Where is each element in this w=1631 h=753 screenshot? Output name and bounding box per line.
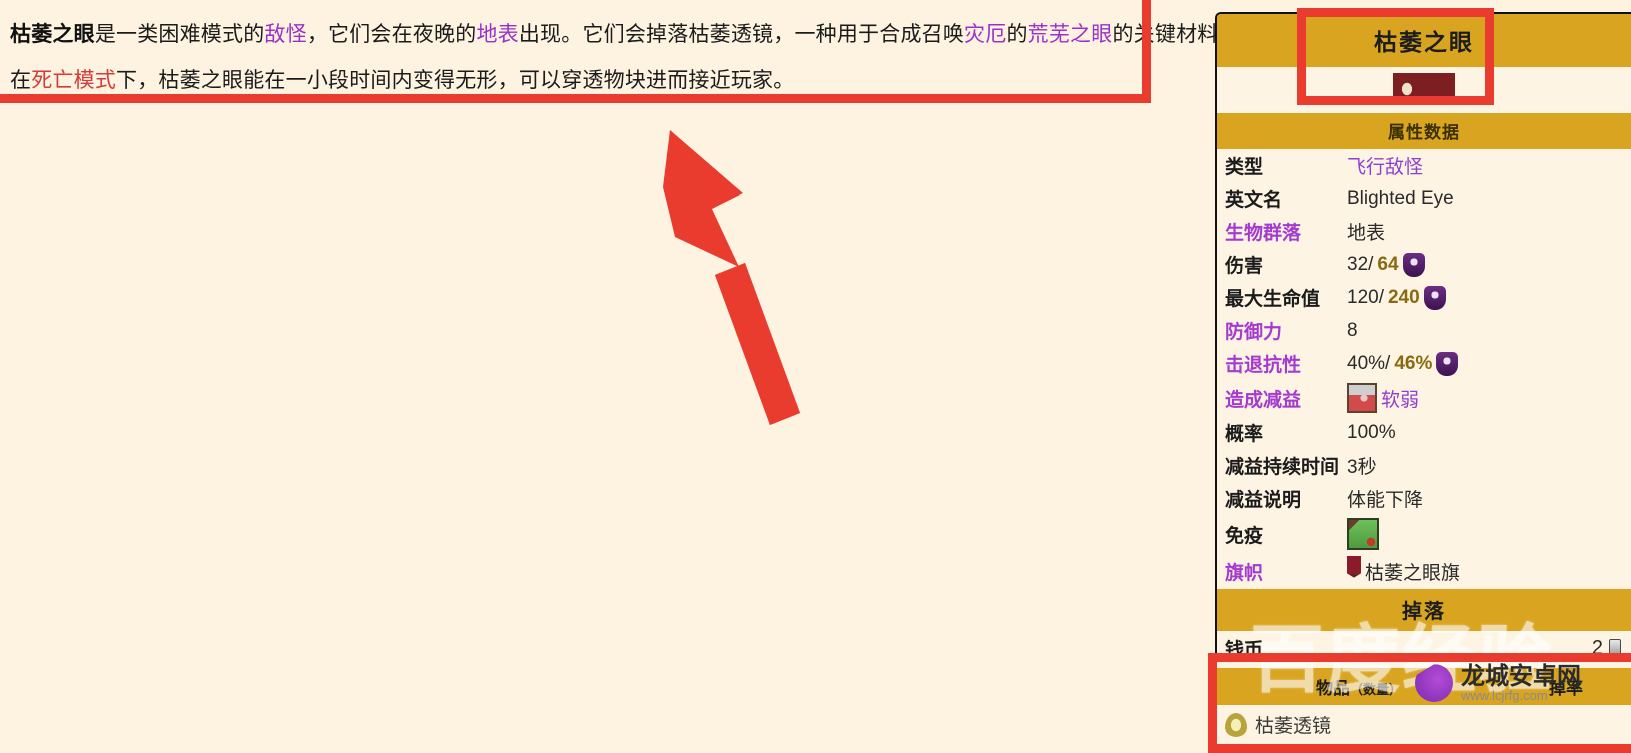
- stat-value-knockback-resist: 40%/46%: [1347, 351, 1459, 376]
- drop-table-row: 枯萎透镜: [1217, 705, 1631, 746]
- drop-col-item-qty: （数量）: [1349, 682, 1402, 697]
- stat-row-defense: 防御力 8: [1217, 314, 1631, 347]
- banner-icon: [1347, 556, 1361, 578]
- intro-line-1: 枯萎之眼是一类困难模式的敌怪，它们会在夜晚的地表出现。它们会掉落枯萎透镜，一种用…: [10, 12, 1239, 58]
- infobox-sprite-row: [1217, 67, 1631, 113]
- stat-value-biome: 地表: [1347, 223, 1386, 244]
- stat-label-debuff-description: 减益说明: [1225, 490, 1302, 511]
- drops-section-header: 掉落: [1217, 589, 1631, 631]
- stat-label-english-name: 英文名: [1225, 190, 1283, 211]
- banner-name[interactable]: 枯萎之眼旗: [1365, 558, 1460, 585]
- stat-row-inflicts-debuff: 造成减益 软弱: [1217, 380, 1631, 416]
- coins-row: 钱币 2: [1217, 631, 1631, 668]
- drop-col-item: 物品（数量）: [1217, 674, 1501, 699]
- stat-label-immune: 免疫: [1225, 525, 1264, 547]
- coins-amount: 2: [1591, 637, 1603, 659]
- kb-expert: 46%: [1394, 352, 1433, 374]
- stat-value-chance: 100%: [1347, 421, 1396, 443]
- stat-value-immune: [1347, 518, 1379, 550]
- kb-normal: 40%/: [1347, 352, 1391, 374]
- coins-label: 钱币: [1225, 640, 1264, 661]
- link-enemy[interactable]: 敌怪: [264, 23, 306, 46]
- coins-value-group: 2: [1592, 637, 1621, 660]
- red-arrow-icon: [663, 130, 800, 425]
- stat-row-knockback-resist: 击退抗性 40%/46%: [1217, 347, 1631, 380]
- stat-label-max-life: 最大生命值: [1225, 289, 1321, 310]
- intro-l1-s2: 是一类困难模式的: [94, 23, 265, 46]
- debuff-name[interactable]: 软弱: [1381, 385, 1419, 412]
- silver-coin-icon: [1609, 638, 1621, 659]
- intro-line-2: 在死亡模式下，枯萎之眼能在一小段时间内变得无形，可以穿透物块进而接近玩家。: [10, 58, 1140, 104]
- intro-l1-s3: ，它们会在夜晚的: [306, 23, 477, 46]
- stat-label-banner[interactable]: 旗帜: [1225, 558, 1347, 585]
- maxlife-normal: 120/: [1347, 286, 1384, 308]
- stat-value-debuff-description: 体能下降: [1347, 490, 1424, 511]
- stat-label-chance: 概率: [1225, 424, 1264, 445]
- stat-label-damage: 伤害: [1225, 256, 1264, 277]
- stat-value-english-name: Blighted Eye: [1347, 187, 1454, 209]
- drop-table-header-row: 物品（数量） 掉率: [1217, 668, 1631, 705]
- stat-label-type: 类型: [1225, 157, 1264, 178]
- expert-mode-head-icon: [1402, 252, 1425, 277]
- stat-value-defense: 8: [1347, 319, 1358, 341]
- stat-value-debuff-duration: 3秒: [1347, 457, 1377, 478]
- intro-l1-s5: 的: [1006, 23, 1028, 46]
- drop-item-cell[interactable]: 枯萎透镜: [1225, 711, 1331, 738]
- stat-row-damage: 伤害 32/64: [1217, 248, 1631, 281]
- drop-item-name[interactable]: 枯萎透镜: [1255, 711, 1331, 738]
- stat-value-type[interactable]: 飞行敌怪: [1347, 152, 1423, 179]
- expert-mode-head-icon: [1436, 351, 1459, 376]
- stat-row-banner: 旗帜 枯萎之眼旗: [1217, 553, 1631, 589]
- intro-l1-s4: 出现。它们会掉落枯萎透镜，一种用于合成召唤: [518, 23, 965, 46]
- stat-label-inflicts-debuff[interactable]: 造成减益: [1225, 385, 1347, 412]
- intro-text: 枯萎之眼是一类困难模式的敌怪，它们会在夜晚的地表出现。它们会掉落枯萎透镜，一种用…: [10, 12, 1239, 104]
- damage-normal: 32/: [1347, 253, 1374, 275]
- stat-row-english-name: 英文名 Blighted Eye: [1217, 182, 1631, 215]
- blighted-eye-sprite-icon: [1393, 73, 1455, 105]
- stat-row-debuff-description: 减益说明 体能下降: [1217, 482, 1631, 515]
- link-death-mode[interactable]: 死亡模式: [31, 69, 116, 92]
- stat-row-type: 类型 飞行敌怪: [1217, 149, 1631, 182]
- link-surface[interactable]: 地表: [476, 23, 518, 46]
- stat-row-immune: 免疫: [1217, 515, 1631, 553]
- stat-row-max-life: 最大生命值 120/240: [1217, 281, 1631, 314]
- stat-row-biome: 生物群落 地表: [1217, 215, 1631, 248]
- infobox-title: 枯萎之眼: [1217, 14, 1631, 67]
- stat-label-debuff-duration: 减益持续时间: [1225, 457, 1340, 478]
- stat-label-biome[interactable]: 生物群落: [1225, 218, 1347, 245]
- stat-value-max-life: 120/240: [1347, 285, 1446, 310]
- stat-value-banner[interactable]: 枯萎之眼旗: [1347, 556, 1460, 586]
- stat-value-damage: 32/64: [1347, 252, 1425, 277]
- damage-expert: 64: [1377, 253, 1399, 275]
- weak-debuff-icon: [1347, 383, 1377, 413]
- intro-l2-s1: 在: [10, 69, 32, 92]
- subject-name: 枯萎之眼: [10, 23, 95, 46]
- link-calamity[interactable]: 灾厄: [964, 23, 1006, 46]
- intro-paragraph-block: 枯萎之眼是一类困难模式的敌怪，它们会在夜晚的地表出现。它们会掉落枯萎透镜，一种用…: [0, 0, 1239, 104]
- stat-label-knockback-resist[interactable]: 击退抗性: [1225, 350, 1347, 377]
- intro-l2-s2: 下，枯萎之眼能在一小段时间内变得无形，可以穿透物块进而接近玩家。: [116, 69, 795, 92]
- stat-value-inflicts-debuff[interactable]: 软弱: [1347, 383, 1419, 413]
- poisoned-immune-icon: [1347, 518, 1379, 550]
- stat-row-chance: 概率 100%: [1217, 416, 1631, 449]
- maxlife-expert: 240: [1387, 286, 1420, 308]
- stat-label-defense[interactable]: 防御力: [1225, 317, 1347, 344]
- link-eye-of-desolation[interactable]: 荒芜之眼: [1028, 23, 1113, 46]
- expert-mode-head-icon: [1423, 285, 1446, 310]
- infobox-stats-subheader: 属性数据: [1217, 113, 1631, 149]
- creature-infobox: 枯萎之眼 属性数据 类型 飞行敌怪 英文名 Blighted Eye 生物群落 …: [1215, 12, 1631, 748]
- stat-row-debuff-duration: 减益持续时间 3秒: [1217, 449, 1631, 482]
- drop-col-rate: 掉率: [1549, 679, 1583, 698]
- drop-col-item-label: 物品: [1315, 679, 1350, 698]
